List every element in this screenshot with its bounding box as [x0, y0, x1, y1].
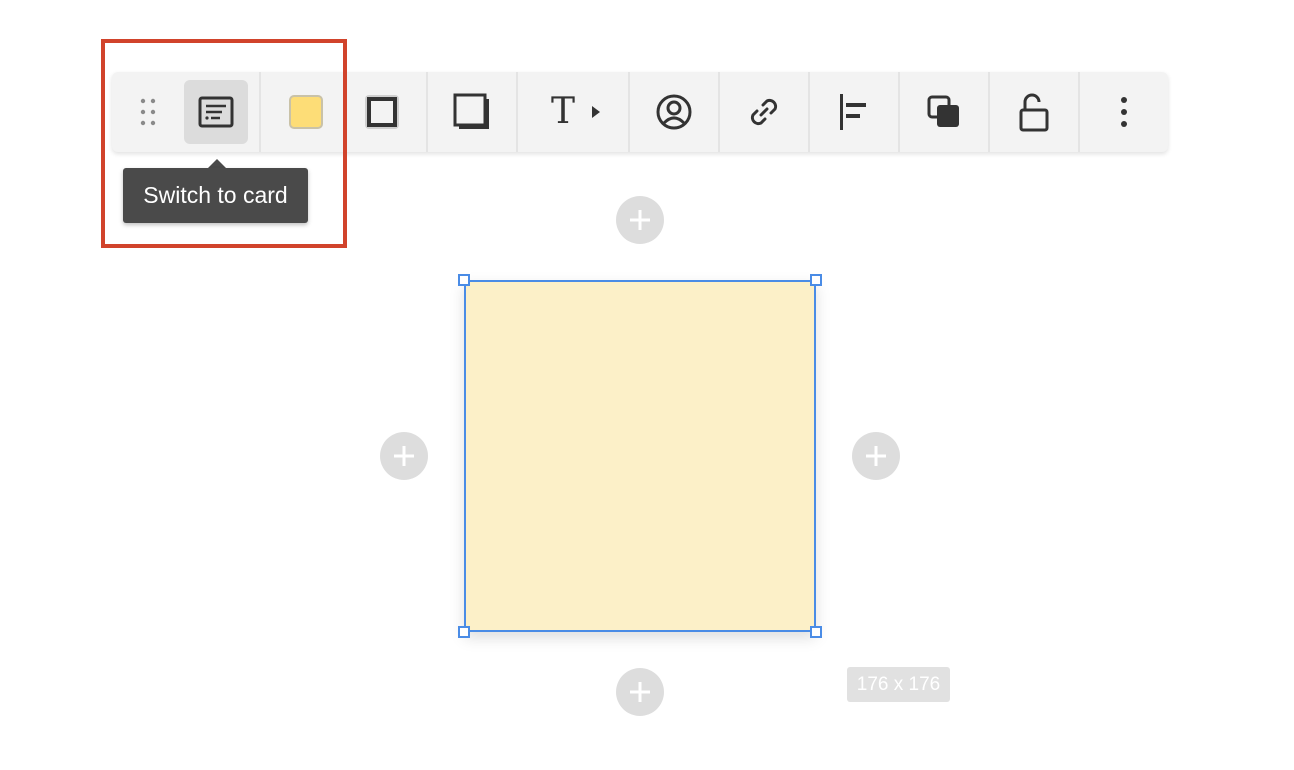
- user-circle-icon: [656, 94, 692, 130]
- whiteboard-canvas[interactable]: T Switch to card 176 x 176: [0, 0, 1294, 770]
- resize-handle-top-right[interactable]: [810, 274, 822, 286]
- add-right-button[interactable]: [852, 432, 900, 480]
- toolbar-separator: [988, 72, 990, 152]
- text-style-button[interactable]: T: [532, 80, 622, 144]
- border-icon: [365, 95, 399, 129]
- resize-handle-top-left[interactable]: [458, 274, 470, 286]
- resize-handle-bottom-right[interactable]: [810, 626, 822, 638]
- add-below-button[interactable]: [616, 668, 664, 716]
- add-left-button[interactable]: [380, 432, 428, 480]
- drag-dots-icon: [140, 98, 156, 126]
- plus-icon: [394, 446, 414, 466]
- toolbar-separator: [898, 72, 900, 152]
- context-toolbar: T: [112, 72, 1168, 152]
- link-icon: [750, 98, 778, 126]
- caret-right-icon: [592, 106, 600, 118]
- layers-icon: [927, 95, 959, 127]
- toolbar-separator: [718, 72, 720, 152]
- sticky-note[interactable]: [464, 280, 816, 632]
- toolbar-separator: [426, 72, 428, 152]
- fill-swatch-icon: [289, 95, 323, 129]
- border-style-button[interactable]: [350, 80, 414, 144]
- text-icon: T: [550, 91, 575, 132]
- toolbar-separator: [259, 72, 261, 152]
- switch-to-card-tooltip: Switch to card: [123, 168, 308, 223]
- toolbar-separator: [628, 72, 630, 152]
- plus-icon: [630, 210, 650, 230]
- fill-color-button[interactable]: [274, 80, 338, 144]
- drag-handle[interactable]: [132, 80, 164, 144]
- unlock-icon: [1019, 93, 1049, 132]
- arrange-button[interactable]: [912, 80, 976, 144]
- card-icon: [198, 96, 234, 128]
- assign-user-button[interactable]: [642, 80, 706, 144]
- plus-icon: [866, 446, 886, 466]
- link-button[interactable]: [732, 80, 796, 144]
- align-left-icon: [840, 94, 866, 130]
- shadow-icon: [453, 93, 489, 129]
- toolbar-separator: [808, 72, 810, 152]
- size-label: 176 x 176: [847, 667, 950, 702]
- shadow-button[interactable]: [440, 80, 504, 144]
- toolbar-separator: [516, 72, 518, 152]
- add-above-button[interactable]: [616, 196, 664, 244]
- more-options-button[interactable]: [1092, 80, 1156, 144]
- switch-to-card-button[interactable]: [184, 80, 248, 144]
- resize-handle-bottom-left[interactable]: [458, 626, 470, 638]
- plus-icon: [630, 682, 650, 702]
- more-vertical-icon: [1121, 97, 1127, 127]
- lock-button[interactable]: [1002, 80, 1066, 144]
- toolbar-separator: [1078, 72, 1080, 152]
- align-button[interactable]: [822, 80, 886, 144]
